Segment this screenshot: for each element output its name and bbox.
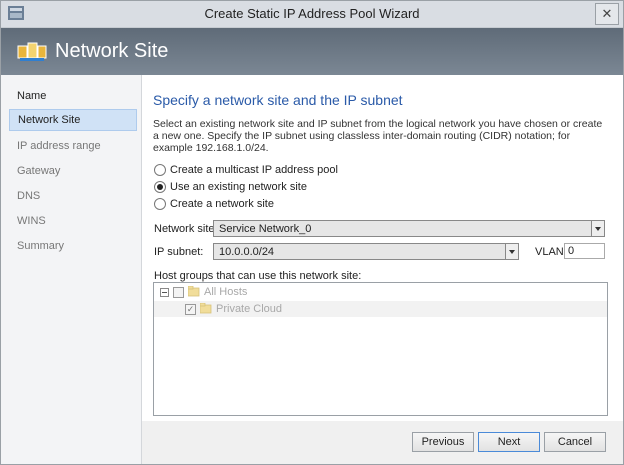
chevron-down-icon[interactable] (505, 244, 518, 259)
radio-button[interactable] (154, 198, 166, 210)
nav-step-summary[interactable]: Summary (9, 235, 137, 257)
next-button[interactable]: Next (478, 432, 540, 452)
radio-button[interactable] (154, 164, 166, 176)
window-title: Create Static IP Address Pool Wizard (204, 6, 420, 21)
private-cloud-checkbox[interactable]: ✓ (185, 304, 196, 315)
nav-step-name[interactable]: Name (9, 85, 137, 107)
host-groups-tree[interactable]: All Hosts ✓ Private Cloud (153, 282, 608, 416)
option-create-network-site[interactable]: Create a network site (154, 197, 454, 211)
tree-item-all-hosts[interactable]: All Hosts (154, 284, 607, 300)
vlan-value: 0 (568, 245, 575, 257)
main-panel: Specify a network site and the IP subnet… (142, 75, 623, 421)
vlan-label: VLAN: (535, 246, 567, 258)
all-hosts-checkbox[interactable] (173, 287, 184, 298)
wizard-window: Create Static IP Address Pool Wizard ✕ N… (0, 0, 624, 465)
option-use-existing-site[interactable]: Use an existing network site (154, 180, 454, 194)
cancel-button[interactable]: Cancel (544, 432, 606, 452)
option-create-multicast-pool[interactable]: Create a multicast IP address pool (154, 163, 454, 177)
chevron-down-icon[interactable] (591, 221, 604, 236)
vlan-input[interactable]: 0 (564, 243, 605, 259)
collapse-icon[interactable] (160, 288, 169, 297)
banner-title: Network Site (55, 40, 169, 62)
ip-subnet-value: 10.0.0.0/24 (219, 246, 275, 258)
page-heading: Specify a network site and the IP subnet (153, 92, 403, 108)
tree-item-label: Private Cloud (216, 303, 283, 315)
wizard-steps-nav: Name Network Site IP address range Gatew… (1, 75, 142, 464)
network-site-value: Service Network_0 (219, 223, 312, 235)
wizard-banner: Network Site (1, 28, 623, 75)
nav-step-network-site[interactable]: Network Site (9, 109, 137, 131)
host-groups-label: Host groups that can use this network si… (154, 270, 362, 282)
option-label: Create a multicast IP address pool (170, 164, 338, 176)
nav-step-ip-address-range[interactable]: IP address range (9, 135, 137, 157)
page-description: Select an existing network site and IP s… (153, 118, 603, 154)
option-label: Use an existing network site (170, 181, 307, 193)
close-icon: ✕ (601, 6, 613, 21)
option-label: Create a network site (170, 198, 274, 210)
network-site-label: Network site: (154, 223, 218, 235)
close-button[interactable]: ✕ (595, 3, 619, 25)
ip-subnet-dropdown[interactable]: 10.0.0.0/24 (213, 243, 519, 260)
ip-subnet-label: IP subnet: (154, 246, 204, 258)
tree-item-label: All Hosts (204, 286, 248, 298)
radio-button-selected[interactable] (154, 181, 166, 193)
network-site-dropdown[interactable]: Service Network_0 (213, 220, 605, 237)
nav-step-gateway[interactable]: Gateway (9, 160, 137, 182)
previous-button[interactable]: Previous (412, 432, 474, 452)
title-bar: Create Static IP Address Pool Wizard ✕ (1, 1, 623, 28)
nav-step-wins[interactable]: WINS (9, 210, 137, 232)
host-group-icon (188, 286, 200, 297)
tree-item-private-cloud[interactable]: ✓ Private Cloud (154, 301, 607, 317)
wizard-footer: Previous Next Cancel (142, 421, 623, 464)
checkmark-icon: ✓ (186, 304, 195, 314)
nav-step-dns[interactable]: DNS (9, 185, 137, 207)
network-site-icon (17, 42, 47, 61)
host-group-icon (200, 303, 212, 314)
